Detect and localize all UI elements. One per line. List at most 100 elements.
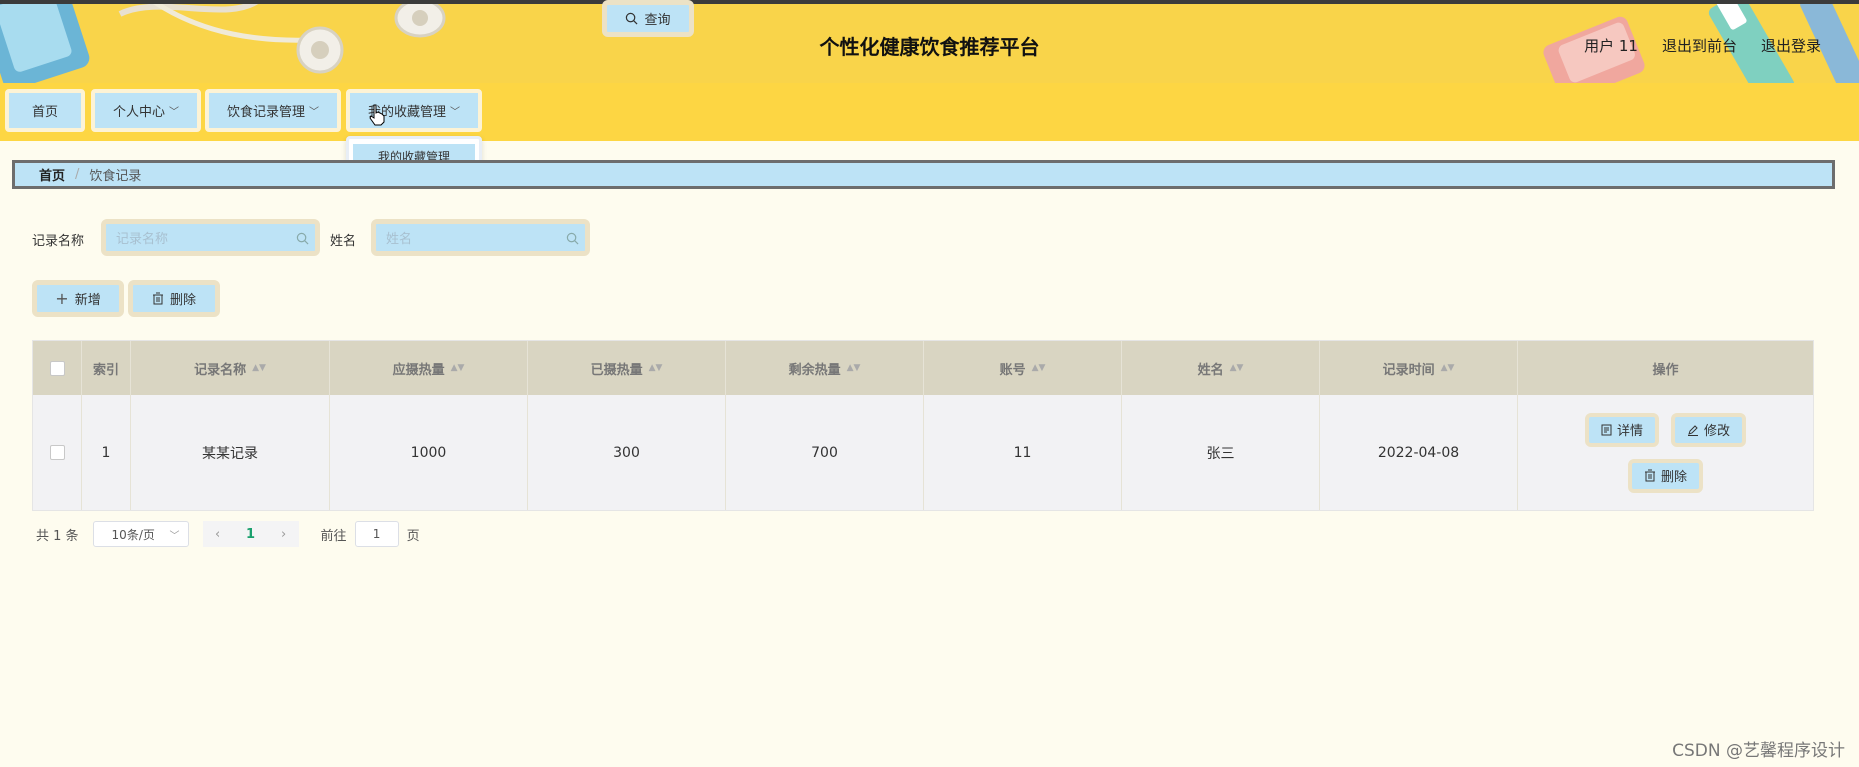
sort-icon[interactable]: ▲▼	[649, 364, 663, 373]
header-links: 用户 11 退出到前台 退出登录	[1584, 35, 1821, 56]
chevron-down-icon: ﹀	[309, 107, 319, 118]
sort-icon[interactable]: ▲▼	[252, 364, 266, 373]
cell-should-intake: 1000	[330, 395, 528, 510]
column-header-label: 应摄热量	[392, 362, 445, 378]
column-header[interactable]: 记录时间 ▲▼	[1320, 341, 1518, 395]
column-header-label: 操作	[1652, 362, 1679, 378]
total-count: 共 1 条	[36, 528, 79, 544]
document-icon	[1601, 424, 1612, 435]
sort-icon[interactable]: ▲▼	[1032, 364, 1046, 373]
select-all-checkbox[interactable]	[49, 360, 65, 376]
cell-intaken: 300	[528, 395, 726, 510]
nav-bar: 首页 个人中心 ﹀ 饮食记录管理 ﹀ 我的收藏管理 ﹀	[0, 83, 1859, 141]
table-row: 1 某某记录 1000 300 700 11 张三 2022-04-08 详情 …	[33, 395, 1813, 510]
column-header-label: 记录名称	[194, 362, 247, 378]
column-header[interactable]: 应摄热量 ▲▼	[330, 341, 528, 395]
column-header[interactable]: 姓名 ▲▼	[1122, 341, 1320, 395]
sort-icon[interactable]: ▲▼	[1230, 364, 1244, 373]
nav-item-diet-records[interactable]: 饮食记录管理 ﹀	[205, 89, 341, 132]
breadcrumb-separator: /	[75, 167, 80, 182]
nav-item-favorites[interactable]: 我的收藏管理 ﹀	[346, 89, 482, 132]
nav-item-label: 首页	[31, 105, 58, 120]
nav-item-label: 饮食记录管理	[226, 105, 305, 120]
sort-icon[interactable]: ▲▼	[451, 364, 465, 373]
row-checkbox[interactable]	[49, 445, 65, 460]
nav-item-label: 个人中心	[112, 105, 165, 120]
trash-icon	[1644, 469, 1655, 482]
column-header-label: 已摄热量	[590, 362, 643, 378]
detail-button[interactable]: 详情	[1584, 412, 1659, 447]
trash-icon	[152, 292, 163, 305]
chevron-down-icon: ﹀	[169, 107, 179, 118]
batch-delete-button[interactable]: 删除	[128, 280, 220, 317]
breadcrumb-current: 饮食记录	[89, 169, 142, 184]
breadcrumb-home[interactable]: 首页	[39, 165, 65, 184]
cell-remaining: 700	[726, 395, 924, 510]
cell-operations: 详情 修改 删除	[1518, 395, 1813, 510]
plus-icon: +	[55, 289, 69, 308]
page-size-value: 10条/页	[111, 527, 155, 542]
edit-button[interactable]: 修改	[1671, 412, 1747, 447]
top-header: 个性化健康饮食推荐平台 用户 11 退出到前台 退出登录	[0, 0, 1859, 83]
page-size-select[interactable]: 10条/页 ﹀	[92, 521, 189, 547]
logout-link[interactable]: 退出登录	[1761, 35, 1821, 56]
delete-button-label: 删除	[169, 293, 196, 308]
cell-time: 2022-04-08	[1320, 395, 1518, 510]
column-header-label: 索引	[92, 362, 119, 378]
record-name-input[interactable]: 记录名称	[101, 219, 320, 256]
row-delete-button[interactable]: 删除	[1627, 458, 1703, 493]
column-header-label: 账号	[999, 362, 1026, 378]
edit-button-label: 修改	[1704, 424, 1731, 439]
page-suffix: 页	[406, 528, 420, 544]
column-header[interactable]: 已摄热量 ▲▼	[528, 341, 726, 395]
page-number[interactable]: 1	[232, 521, 269, 547]
pagination: 共 1 条 10条/页 ﹀ ‹ 1 › 前往 1 页	[36, 521, 420, 547]
column-header[interactable]: 剩余热量 ▲▼	[726, 341, 924, 395]
column-header-label: 记录时间	[1382, 362, 1435, 378]
sort-icon[interactable]: ▲▼	[847, 364, 861, 373]
column-header-label: 剩余热量	[788, 362, 841, 378]
name-placeholder: 姓名	[386, 232, 413, 247]
search-icon	[566, 232, 579, 245]
cell-account: 11	[924, 395, 1122, 510]
cell-index: 1	[82, 395, 131, 510]
hand-cursor-icon	[369, 104, 385, 126]
nav-item-home[interactable]: 首页	[5, 89, 85, 132]
record-name-placeholder: 记录名称	[116, 232, 169, 247]
exit-front-link[interactable]: 退出到前台	[1662, 35, 1737, 56]
watermark: CSDN @艺馨程序设计	[1672, 741, 1845, 761]
search-icon	[296, 232, 309, 245]
detail-button-label: 详情	[1616, 424, 1643, 439]
user-label[interactable]: 用户 11	[1584, 35, 1638, 56]
cell-name: 张三	[1122, 395, 1320, 510]
column-header: 操作	[1518, 341, 1813, 395]
goto-page-input[interactable]: 1	[354, 521, 399, 547]
chevron-down-icon: ﹀	[169, 530, 180, 542]
name-label: 姓名	[330, 234, 357, 249]
query-button[interactable]: 查询	[602, 0, 694, 37]
column-header[interactable]: 记录名称 ▲▼	[131, 341, 330, 395]
prev-page-button[interactable]: ‹	[202, 521, 233, 547]
record-name-label: 记录名称	[32, 234, 85, 249]
search-icon	[626, 12, 638, 25]
column-header[interactable]: 账号 ▲▼	[924, 341, 1122, 395]
goto-label: 前往	[320, 528, 347, 544]
next-page-button[interactable]: ›	[268, 521, 299, 547]
add-button[interactable]: + 新增	[32, 280, 124, 317]
ops-row: 详情 修改	[1584, 412, 1747, 447]
column-header-label: 姓名	[1197, 362, 1224, 378]
name-input[interactable]: 姓名	[371, 219, 590, 256]
select-all-cell	[33, 341, 82, 395]
table-header-row: 索引 记录名称 ▲▼ 应摄热量 ▲▼ 已摄热量 ▲▼ 剩余热量 ▲▼ 账号 ▲▼ 姓名 ▲▼…	[33, 341, 1813, 395]
records-table: 索引 记录名称 ▲▼ 应摄热量 ▲▼ 已摄热量 ▲▼ 剩余热量 ▲▼ 账号 ▲▼ 姓名 ▲▼…	[32, 340, 1814, 511]
add-button-label: 新增	[74, 293, 101, 308]
chevron-down-icon: ﹀	[450, 107, 460, 118]
cell-record-name: 某某记录	[131, 395, 330, 510]
column-header: 索引	[82, 341, 131, 395]
row-select-cell	[33, 395, 82, 510]
nav-item-personal-center[interactable]: 个人中心 ﹀	[91, 89, 201, 132]
page-title: 个性化健康饮食推荐平台	[819, 35, 1040, 59]
breadcrumb: 首页 / 饮食记录	[12, 160, 1835, 189]
edit-icon	[1688, 424, 1698, 436]
sort-icon[interactable]: ▲▼	[1441, 364, 1455, 373]
